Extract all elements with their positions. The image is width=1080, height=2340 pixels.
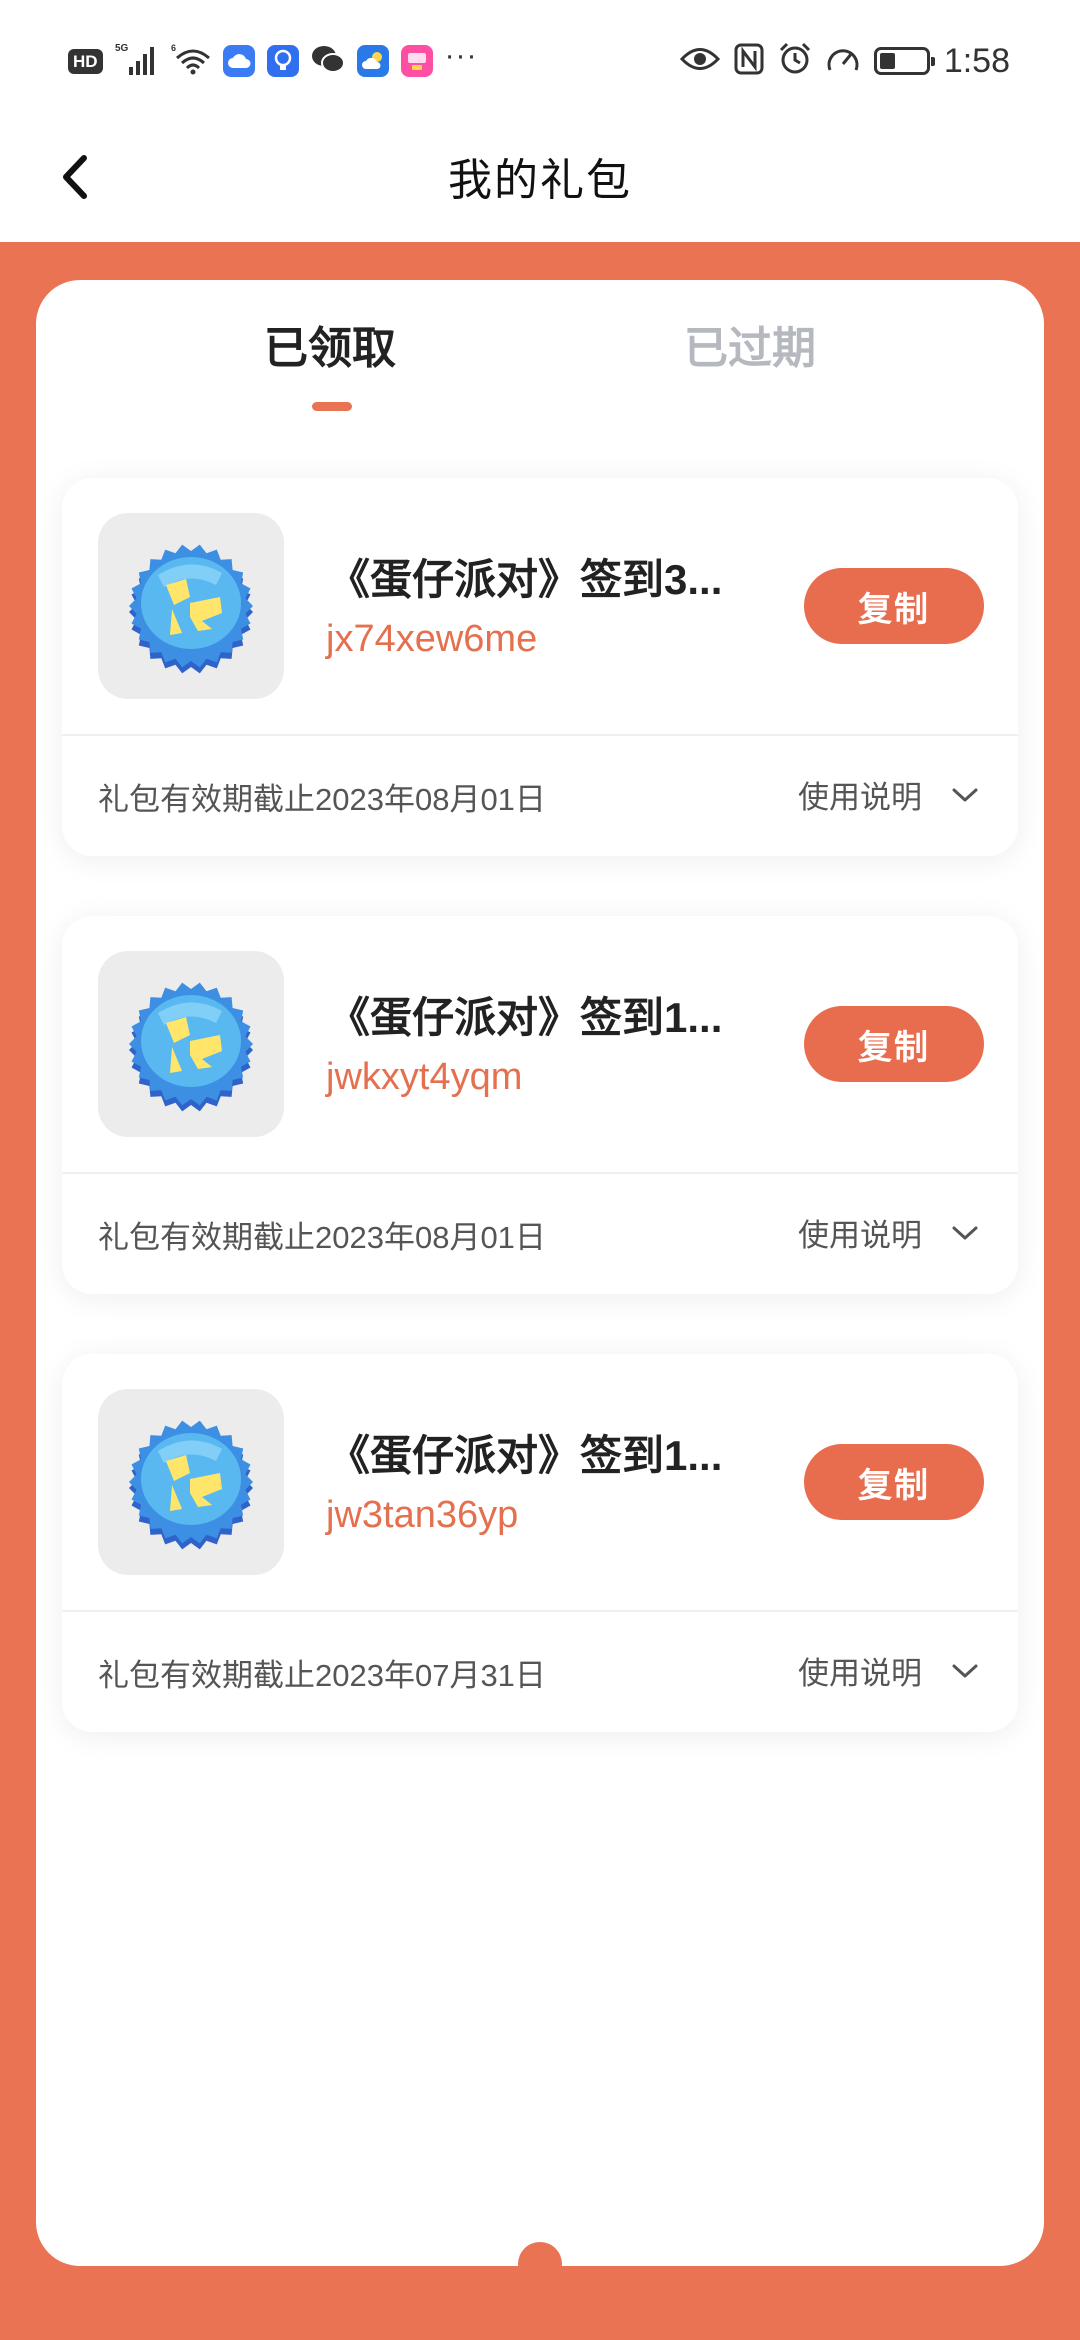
gift-title: 《蛋仔派对》签到3... <box>328 556 723 603</box>
tab-indicator <box>312 402 352 411</box>
chevron-down-icon <box>952 1664 978 1677</box>
usage-instructions-label: 使用说明 <box>798 1218 922 1253</box>
tab-received[interactable]: 已领取 <box>264 312 396 376</box>
gift-code: jw3tan36yp <box>326 1494 519 1536</box>
copy-button[interactable]: 复制 <box>804 1444 984 1520</box>
wechat-icon <box>311 44 345 79</box>
validity-text: 礼包有效期截止2023年08月01日 <box>98 1220 546 1255</box>
bulb-app-icon <box>266 45 299 77</box>
gift-card-main: 《蛋仔派对》签到1... jwkxyt4yqm 复制 <box>62 916 1018 1174</box>
cloud-app-icon <box>222 45 255 77</box>
validity-text: 礼包有效期截止2023年08月01日 <box>98 782 546 817</box>
page-title: 我的礼包 <box>448 156 632 205</box>
gift-card-footer: 礼包有效期截止2023年07月31日 使用说明 <box>62 1612 1018 1732</box>
gift-card-main: 《蛋仔派对》签到1... jw3tan36yp 复制 <box>62 1354 1018 1612</box>
gift-card-main: 《蛋仔派对》签到3... jx74xew6me 复制 <box>62 478 1018 736</box>
gift-card-footer: 礼包有效期截止2023年08月01日 使用说明 <box>62 736 1018 856</box>
svg-text:5G: 5G <box>115 43 129 54</box>
app-header: 我的礼包 <box>0 120 1080 242</box>
usage-instructions-button[interactable]: 使用说明 <box>798 1648 978 1693</box>
usage-instructions-label: 使用说明 <box>798 780 922 815</box>
gift-card-footer: 礼包有效期截止2023年08月01日 使用说明 <box>62 1174 1018 1294</box>
signal-icon: 5G <box>115 41 159 82</box>
alarm-icon <box>778 42 812 81</box>
tab-expired[interactable]: 已过期 <box>684 312 816 376</box>
scroll-indicator <box>518 2242 562 2286</box>
usage-instructions-button[interactable]: 使用说明 <box>798 1210 978 1255</box>
validity-text: 礼包有效期截止2023年07月31日 <box>98 1658 546 1693</box>
gift-card: 《蛋仔派对》签到3... jx74xew6me 复制 礼包有效期截止2023年0… <box>62 478 1018 856</box>
eye-icon <box>679 46 720 77</box>
gift-tabs: 已领取 已过期 <box>36 312 1044 422</box>
status-bar-left: HD 5G 6 ··· <box>68 38 478 84</box>
game-icon <box>98 1389 284 1575</box>
gift-code: jwkxyt4yqm <box>326 1056 523 1098</box>
chevron-down-icon <box>952 1226 978 1239</box>
copy-button[interactable]: 复制 <box>804 1006 984 1082</box>
chevron-down-icon <box>952 788 978 801</box>
weather-app-icon <box>356 45 389 77</box>
shopping-app-icon <box>400 45 433 77</box>
gift-code: jx74xew6me <box>326 618 538 660</box>
gift-card: 《蛋仔派对》签到1... jw3tan36yp 复制 礼包有效期截止2023年0… <box>62 1354 1018 1732</box>
gift-card: 《蛋仔派对》签到1... jwkxyt4yqm 复制 礼包有效期截止2023年0… <box>62 916 1018 1294</box>
battery-level <box>879 53 895 69</box>
status-bar: HD 5G 6 ··· 1:58 <box>0 0 1080 120</box>
wifi-icon: 6 <box>171 42 211 81</box>
usage-instructions-label: 使用说明 <box>798 1656 922 1691</box>
status-bar-right: 1:58 <box>679 38 1010 84</box>
status-time: 1:58 <box>943 41 1010 80</box>
gift-title: 《蛋仔派对》签到1... <box>328 994 723 1041</box>
copy-button[interactable]: 复制 <box>804 568 984 644</box>
usage-instructions-button[interactable]: 使用说明 <box>798 772 978 817</box>
hd-icon: HD <box>68 48 103 74</box>
gift-title: 《蛋仔派对》签到1... <box>328 1432 723 1479</box>
battery-icon <box>873 47 935 75</box>
svg-text:6: 6 <box>171 43 176 53</box>
game-icon <box>98 513 284 699</box>
more-notifications-icon: ··· <box>444 39 478 72</box>
speed-icon <box>826 44 860 79</box>
game-icon <box>98 951 284 1137</box>
nfc-icon <box>734 43 764 80</box>
